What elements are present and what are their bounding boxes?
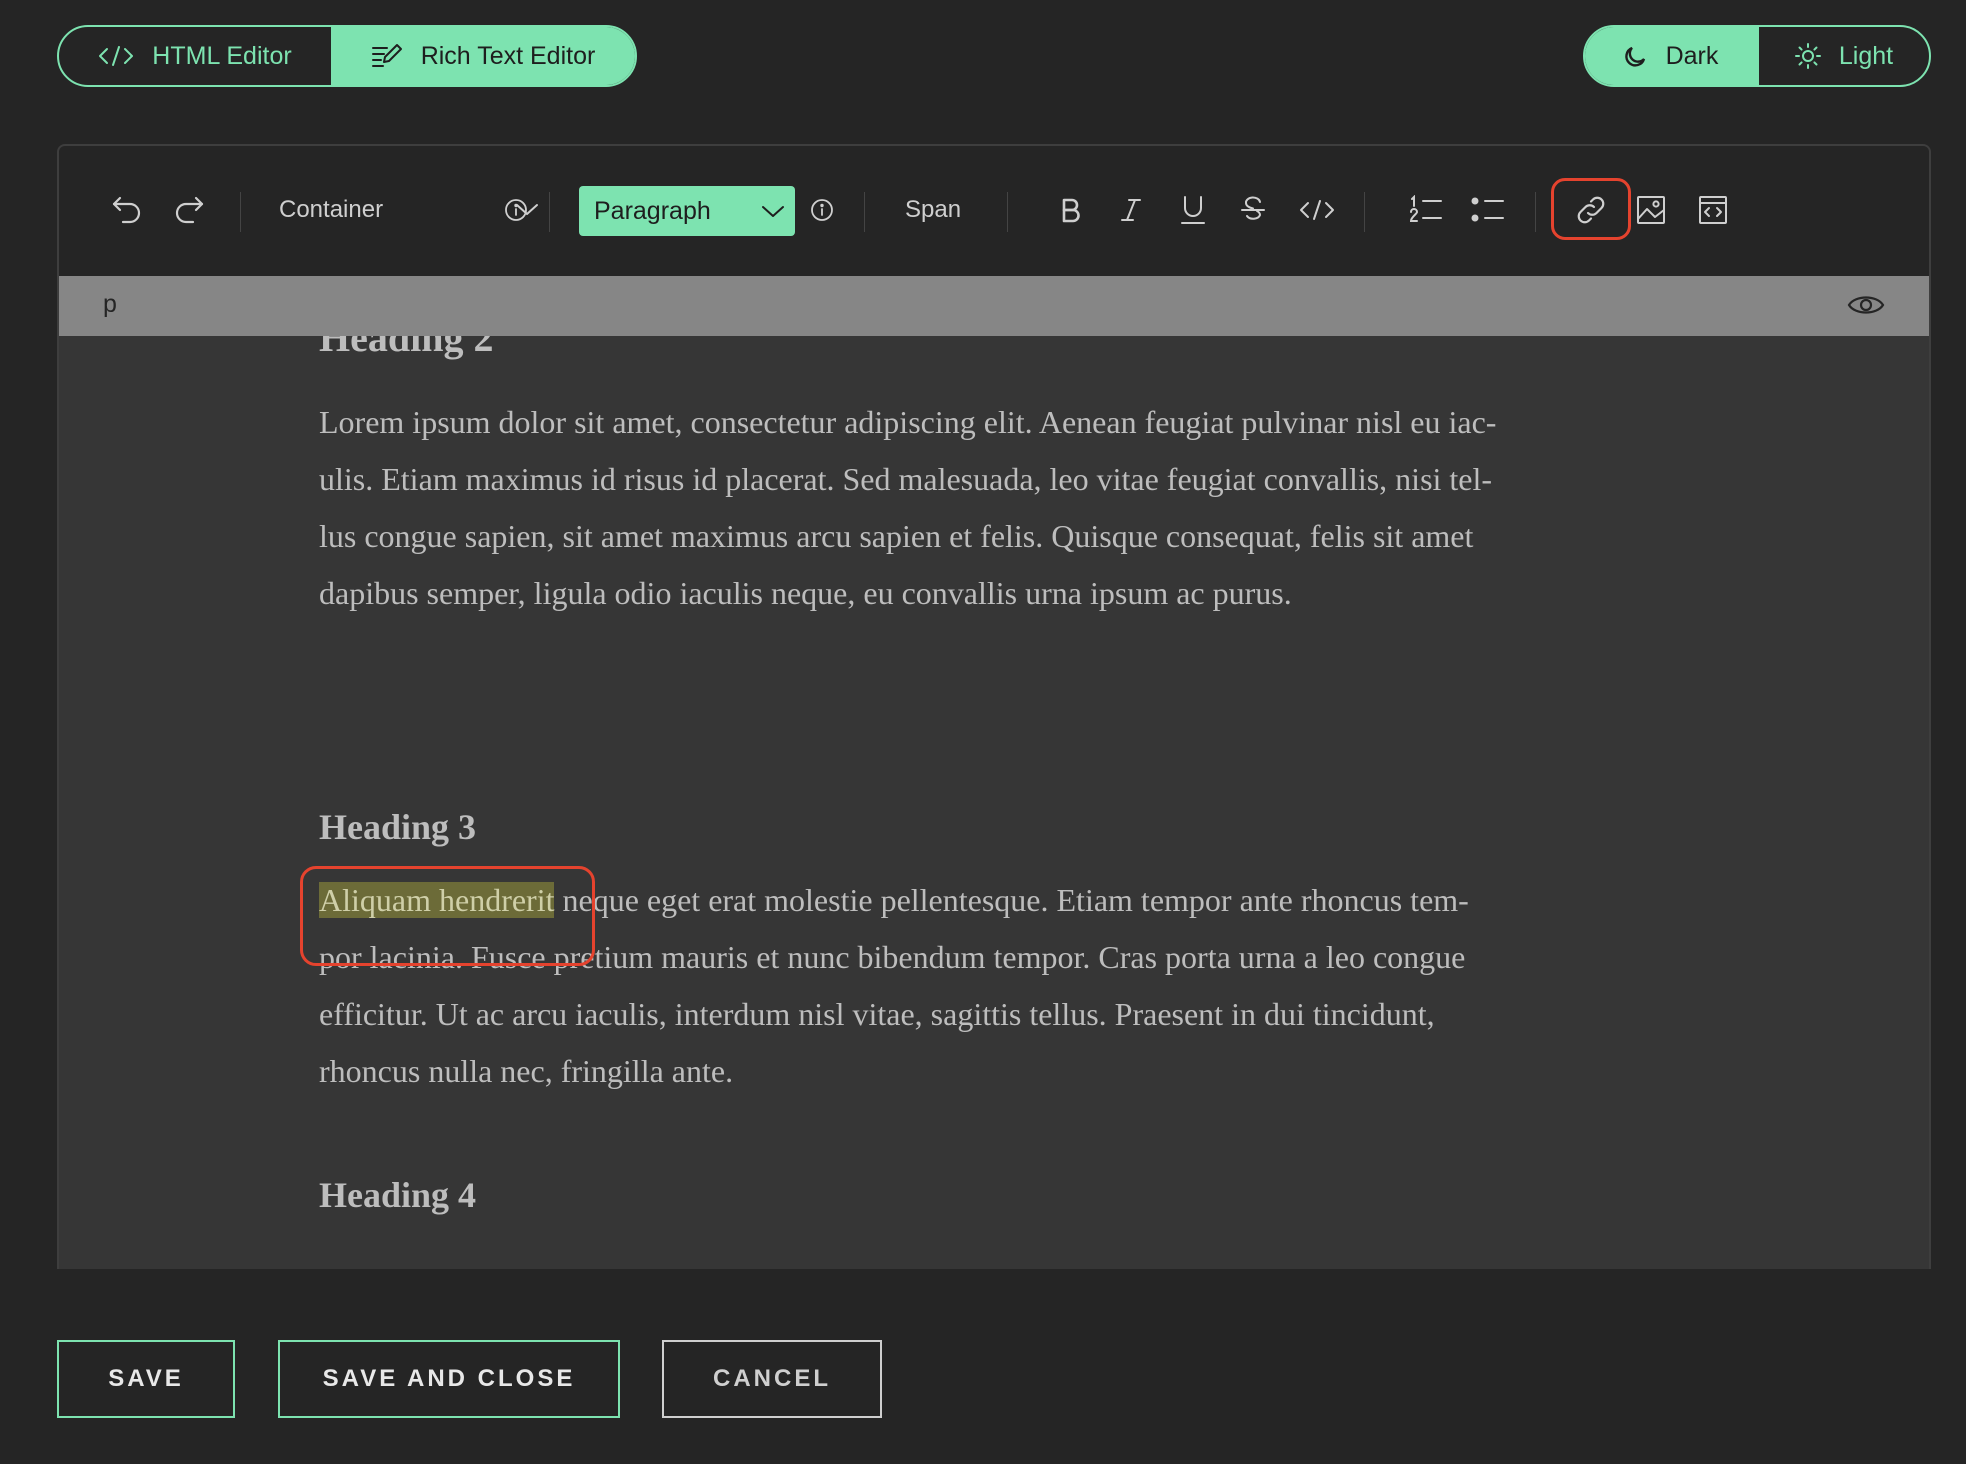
toolbar-divider: [1364, 192, 1365, 232]
block-info-button[interactable]: [805, 184, 839, 236]
eye-icon[interactable]: [1847, 292, 1885, 323]
bold-icon: [1060, 197, 1082, 223]
embed-button[interactable]: [1689, 184, 1737, 236]
ordered-list-icon: [1409, 195, 1443, 225]
paragraph-line: rhoncus nulla nec, fringilla ante.: [319, 1053, 734, 1089]
link-button-highlight: [1551, 178, 1631, 240]
paragraph-line: ulis. Etiam maximus id risus id placerat…: [319, 461, 1493, 497]
editor-mode-toggle: HTML Editor Rich Text Editor: [57, 25, 637, 87]
element-path-tag[interactable]: p: [103, 290, 117, 319]
toolbar-divider: [549, 192, 550, 232]
container-select-label: Container: [279, 196, 384, 223]
inline-code-button[interactable]: [1289, 184, 1345, 236]
paragraph-line: lus congue sapien, sit amet maximus arcu…: [319, 518, 1474, 554]
unordered-list-icon: [1471, 195, 1505, 225]
image-icon: [1636, 195, 1666, 225]
selected-text[interactable]: Aliquam hendrerit: [319, 882, 555, 918]
toolbar-divider: [1535, 192, 1536, 232]
editor-toolbar: Container Paragraph Span: [59, 146, 1929, 276]
theme-toggle: Dark Light: [1583, 25, 1931, 87]
strikethrough-icon: [1240, 196, 1266, 224]
save-button[interactable]: SAVE: [57, 1340, 235, 1418]
rich-text-editor-label: Rich Text Editor: [420, 41, 596, 70]
info-icon: [810, 198, 834, 222]
block-type-select[interactable]: Paragraph: [579, 186, 795, 236]
image-button[interactable]: [1627, 184, 1675, 236]
underline-icon: [1180, 195, 1206, 225]
italic-button[interactable]: [1109, 184, 1153, 236]
paragraph-line: dapibus semper, ligula odio iaculis nequ…: [319, 575, 1292, 611]
toolbar-divider: [240, 192, 241, 232]
code-icon: [1299, 198, 1335, 222]
info-icon: [504, 198, 528, 222]
element-path-bar: p: [59, 276, 1929, 336]
content-paragraph: Aliquam hendrerit neque eget erat molest…: [319, 872, 1699, 1100]
save-and-close-button[interactable]: SAVE AND CLOSE: [278, 1340, 620, 1418]
strikethrough-button[interactable]: [1231, 184, 1275, 236]
italic-icon: [1120, 197, 1142, 223]
chevron-down-icon: [761, 197, 785, 226]
span-select[interactable]: Span: [905, 184, 961, 236]
redo-button[interactable]: [167, 184, 211, 236]
content-heading-4: Heading 4: [319, 1175, 477, 1215]
theme-dark-option[interactable]: Dark: [1585, 27, 1757, 85]
content-paragraph: Lorem ipsum dolor sit amet, consectetur …: [319, 394, 1699, 622]
undo-button[interactable]: [105, 184, 149, 236]
redo-icon: [173, 195, 205, 225]
theme-light-option[interactable]: Light: [1757, 27, 1929, 85]
sun-icon: [1794, 43, 1821, 69]
toolbar-divider: [864, 192, 865, 232]
paragraph-line: por lacinia. Fusce pretium mauris et nun…: [319, 939, 1466, 975]
theme-dark-label: Dark: [1665, 41, 1719, 70]
ordered-list-button[interactable]: [1403, 184, 1449, 236]
rich-text-editor-tab[interactable]: Rich Text Editor: [331, 27, 635, 85]
paragraph-line: Lorem ipsum dolor sit amet, consectetur …: [319, 404, 1497, 440]
moon-icon: [1624, 44, 1648, 68]
html-editor-tab[interactable]: HTML Editor: [59, 27, 331, 85]
block-type-label: Paragraph: [594, 196, 711, 225]
cancel-button[interactable]: CANCEL: [662, 1340, 882, 1418]
unordered-list-button[interactable]: [1465, 184, 1511, 236]
rich-text-icon: [371, 43, 403, 69]
toolbar-divider: [1007, 192, 1008, 232]
undo-icon: [111, 195, 143, 225]
span-select-label: Span: [905, 196, 962, 223]
content-heading-3: Heading 3: [319, 807, 477, 847]
container-info-button[interactable]: [499, 184, 533, 236]
underline-button[interactable]: [1171, 184, 1215, 236]
code-icon: [98, 44, 134, 68]
paragraph-line: efficitur. Ut ac arcu iaculis, interdum …: [319, 996, 1435, 1032]
paragraph-text: neque eget erat molestie pellentesque. E…: [554, 882, 1469, 918]
theme-light-label: Light: [1838, 41, 1894, 70]
embed-icon: [1698, 195, 1728, 225]
bold-button[interactable]: [1049, 184, 1093, 236]
paragraph-line: Aliquam hendrerit neque eget erat molest…: [319, 872, 1699, 929]
html-editor-label: HTML Editor: [152, 41, 292, 70]
editor-content[interactable]: Heading 2 Lorem ipsum dolor sit amet, co…: [59, 336, 1929, 1269]
rich-text-editor: Container Paragraph Span p Heading 2 Lor…: [57, 144, 1931, 1269]
content-heading-2: Heading 2: [319, 336, 494, 360]
